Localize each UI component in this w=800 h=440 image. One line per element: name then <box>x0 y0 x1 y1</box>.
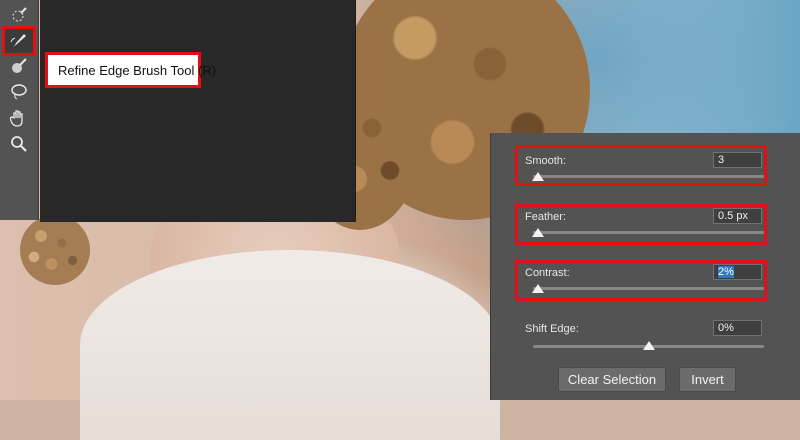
contrast-label: Contrast: <box>525 267 570 279</box>
smooth-slider-track[interactable] <box>533 175 764 178</box>
hand-icon[interactable] <box>4 106 34 130</box>
zoom-icon[interactable] <box>4 132 34 156</box>
smooth-field[interactable]: 3 <box>713 152 762 168</box>
invert-button[interactable]: Invert <box>679 367 736 392</box>
tool-options-flyout <box>40 0 356 222</box>
refine-edge-properties-panel: Smooth: 3 Feather: 0.5 px Contrast: 2% S… <box>490 133 800 400</box>
lasso-icon[interactable] <box>4 80 34 104</box>
shift-edge-label: Shift Edge: <box>525 323 579 335</box>
photo-hair <box>20 215 90 285</box>
photo-shirt <box>80 250 500 440</box>
clear-selection-button[interactable]: Clear Selection <box>558 367 666 392</box>
contrast-slider-thumb[interactable] <box>531 284 544 293</box>
tool-tooltip: Refine Edge Brush Tool (R) <box>45 52 216 88</box>
feather-field[interactable]: 0.5 px <box>713 208 762 224</box>
brush-icon[interactable] <box>4 54 34 78</box>
contrast-field[interactable]: 2% <box>713 264 762 280</box>
tooltip-text: Refine Edge Brush Tool (R) <box>58 62 217 78</box>
shift-edge-field[interactable]: 0% <box>713 320 762 336</box>
contrast-value-selected: 2% <box>718 266 734 278</box>
shift-edge-slider-thumb[interactable] <box>642 341 655 350</box>
tool-highlight <box>2 26 36 56</box>
feather-slider-thumb[interactable] <box>531 228 544 237</box>
smooth-slider-thumb[interactable] <box>531 172 544 181</box>
feather-label: Feather: <box>525 211 566 223</box>
quick-selection-icon[interactable] <box>4 4 34 28</box>
feather-slider-track[interactable] <box>533 231 764 234</box>
smooth-label: Smooth: <box>525 155 566 167</box>
contrast-slider-track[interactable] <box>533 287 764 290</box>
